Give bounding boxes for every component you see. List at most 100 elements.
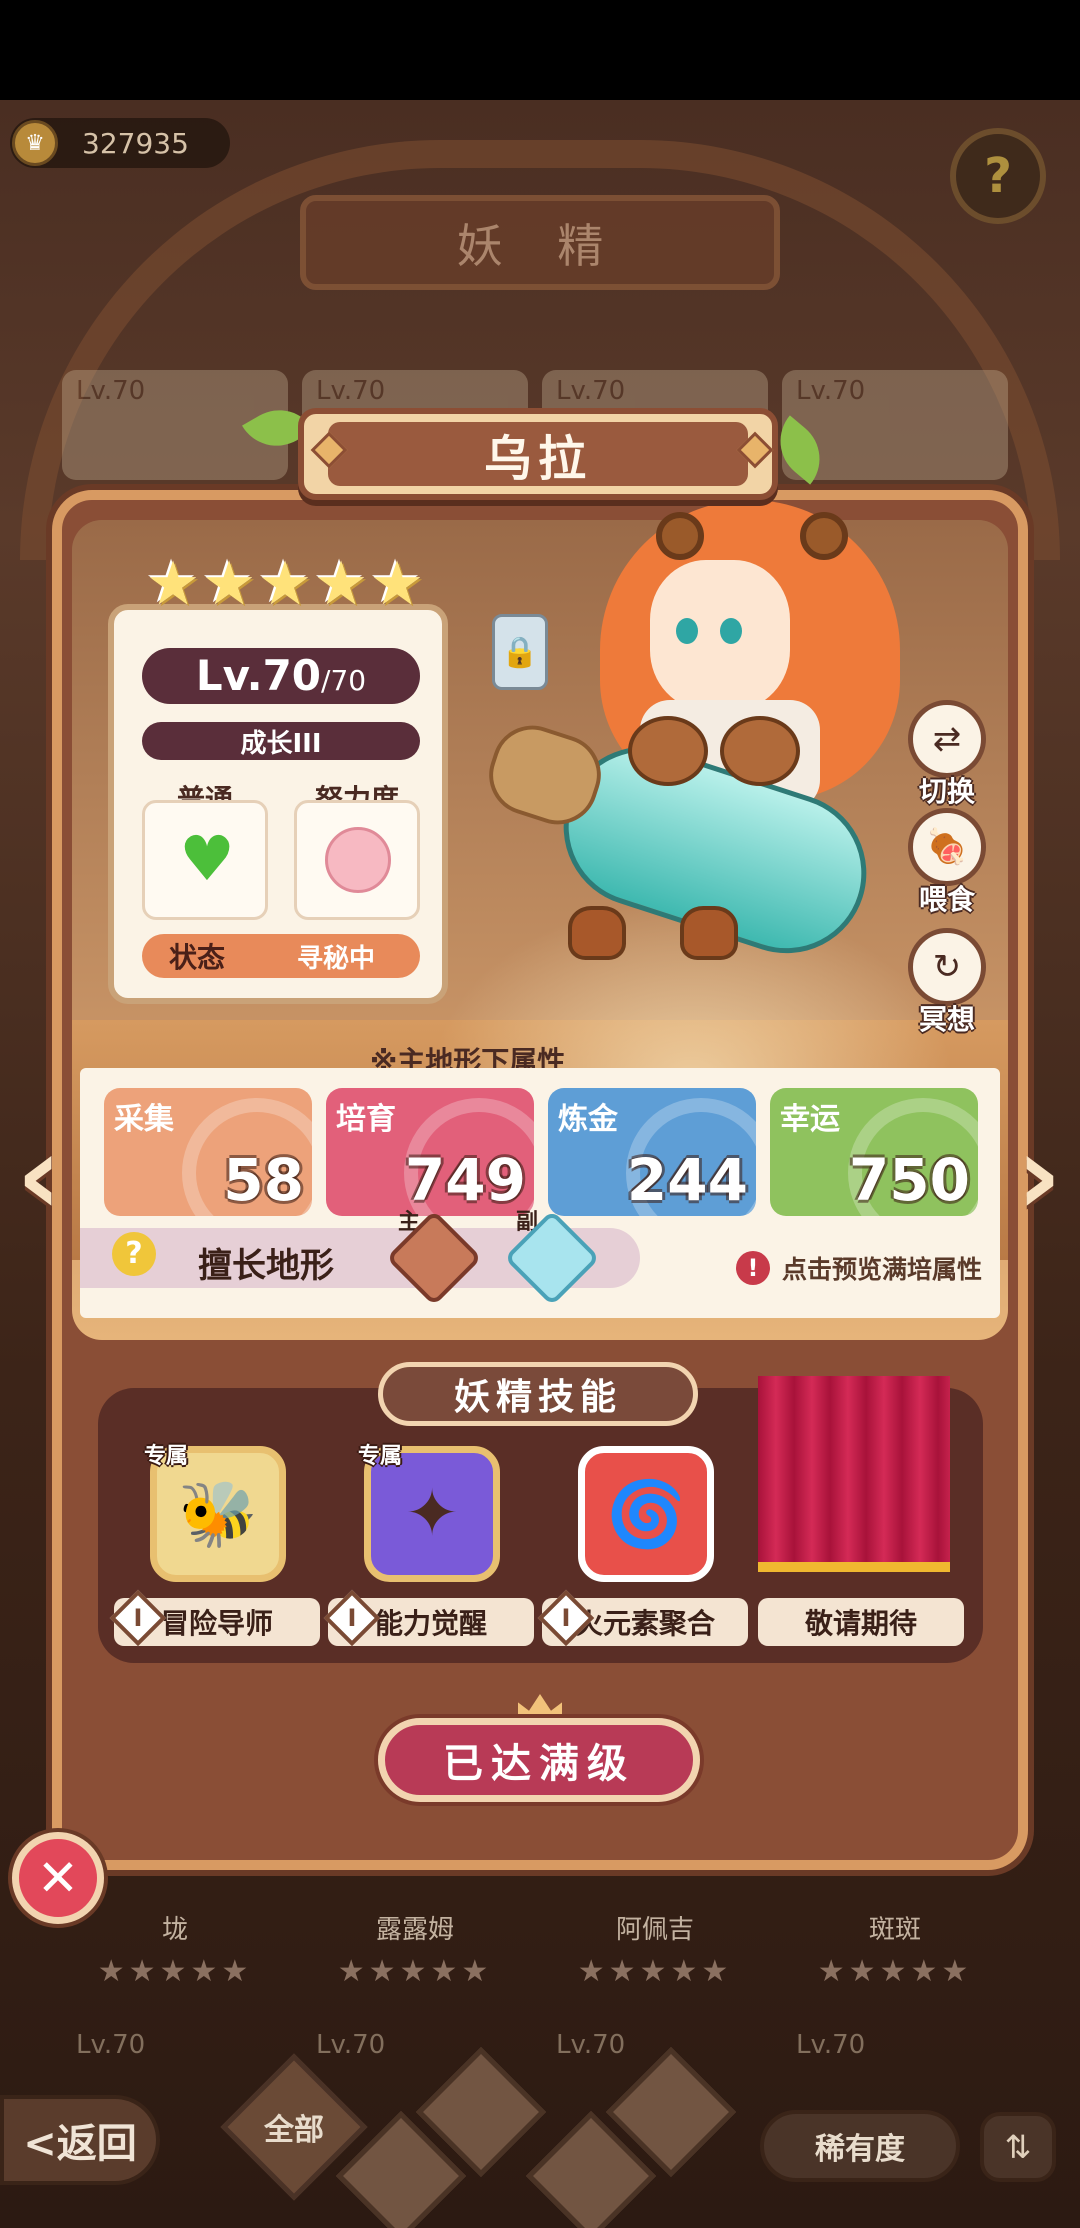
fairy-list-card[interactable]: 露露姆 ★★★★★	[302, 1885, 528, 1995]
stat-name: 采集	[114, 1102, 174, 1137]
skill-level: I	[347, 1604, 357, 1632]
crown-coin-icon: ♛	[12, 120, 58, 166]
stat-luck: 幸运 750	[770, 1088, 978, 1216]
star-rating: ★ ★ ★ ★ ★	[145, 549, 425, 626]
flower-hint-icon: ?	[112, 1232, 156, 1276]
fairy-name: 乌拉	[328, 422, 748, 487]
page-title: 妖 精	[300, 195, 780, 290]
fairy-list-stars: ★★★★★	[817, 1954, 973, 1989]
star-icon: ★	[202, 549, 256, 619]
terrain-label: 擅长地形	[198, 1246, 334, 1286]
sort-order-icon[interactable]: ⇅	[980, 2112, 1056, 2182]
fairy-list-stars: ★★★★★	[97, 1954, 253, 1989]
stat-alchemy: 炼金 244	[548, 1088, 756, 1216]
lock-icon[interactable]: 🔒	[492, 614, 548, 690]
exclusive-tag: 专属	[358, 1444, 403, 1469]
fairy-list-level: Lv.70	[316, 2030, 386, 2060]
skill-slot[interactable]: ✦ 专属 能力觉醒 I	[323, 1444, 534, 1666]
blush-face-icon	[325, 827, 391, 893]
fairy-paw	[628, 716, 708, 786]
currency-bar: ♛ 327935	[10, 118, 230, 168]
fairy-foot	[680, 906, 738, 960]
skill-slot[interactable]: 🐝 专属 冒险导师 I	[109, 1444, 320, 1666]
level-bar: Lv.70 /70	[142, 648, 420, 704]
stat-value: 58	[223, 1146, 304, 1214]
fairy-list-stars: ★★★★★	[337, 1954, 493, 1989]
feed-label: 喂食	[918, 883, 975, 916]
currency-amount: 327935	[82, 126, 189, 160]
growth-tier: 成长III	[142, 722, 420, 760]
fairy-paw	[720, 716, 800, 786]
fairy-list-name: 露露姆	[375, 1915, 454, 1945]
fairy-list-name: 阿佩吉	[615, 1915, 694, 1945]
effort-box[interactable]	[294, 800, 420, 920]
fairy-list-level: Lv.70	[76, 2030, 146, 2060]
fairy-info-card: Lv.70 /70 成长III 普通 ♥ 努力度 状态 寻秘中	[108, 604, 448, 1004]
stat-value: 244	[626, 1146, 748, 1214]
preview-hint-text: 点击预览满培属性	[782, 1255, 983, 1284]
fairy-foot	[568, 906, 626, 960]
fairy-list-stars: ★★★★★	[577, 1954, 733, 1989]
stat-name: 幸运	[780, 1102, 840, 1137]
switch-label: 切换	[918, 775, 975, 808]
stat-name: 炼金	[558, 1102, 618, 1137]
skill-slot[interactable]: 🌀 火元素聚合 I	[537, 1446, 748, 1666]
green-heart-icon: ♥	[179, 822, 235, 895]
stat-name: 培育	[336, 1102, 396, 1137]
preview-max-attributes[interactable]: ! 点击预览满培属性	[736, 1250, 982, 1286]
status-bar: 状态 寻秘中	[142, 934, 420, 978]
bear-ear	[656, 512, 704, 560]
fairy-list-name: 斑斑	[868, 1915, 921, 1945]
attribute-strip[interactable]: 采集 58 培育 749 炼金 244 幸运 750 ? 擅长地形 主 副 ! …	[80, 1068, 1000, 1318]
terrain-row: ? 擅长地形 主 副	[80, 1209, 640, 1307]
switch-button[interactable]: ⇄ 切换	[905, 700, 989, 810]
stat-value: 749	[404, 1146, 526, 1214]
curtain-icon	[758, 1376, 950, 1572]
status-label: 状态	[168, 941, 225, 974]
star-icon: ★	[370, 549, 424, 619]
max-level-button[interactable]: 已达满级	[378, 1718, 700, 1802]
fairy-list-card[interactable]: 阿佩吉 ★★★★★	[542, 1885, 768, 1995]
star-icon: ★	[314, 549, 368, 619]
meditate-label: 冥想	[918, 1003, 975, 1036]
stat-nurture: 培育 749	[326, 1088, 534, 1216]
help-icon[interactable]: ?	[950, 128, 1046, 224]
fairy-eye	[720, 618, 742, 644]
fairy-list-level: Lv.70	[796, 2030, 866, 2060]
next-fairy-arrow[interactable]: ›	[1004, 1110, 1074, 1240]
skills-box: 🐝 专属 冒险导师 I ✦ 专属 能力觉醒 I 🌀 火元素聚合 I 敬请期待	[98, 1376, 983, 1666]
skills-title: 妖精技能	[378, 1362, 698, 1426]
meat-icon: 🍖	[908, 808, 986, 886]
fairy-eye	[676, 618, 698, 644]
rarity-sort-button[interactable]: 稀有度	[760, 2110, 960, 2182]
swap-icon: ⇄	[908, 700, 986, 778]
meditate-button[interactable]: ↻ 冥想	[905, 928, 989, 1038]
back-button[interactable]: <返回	[0, 2095, 160, 2185]
star-icon: ★	[146, 549, 200, 619]
background-card-level: Lv.70	[76, 376, 146, 406]
level-max: /70	[321, 664, 367, 697]
fairy-list-card[interactable]: 斑斑 ★★★★★	[782, 1885, 1008, 1995]
background-card-level: Lv.70	[316, 376, 386, 406]
prev-fairy-arrow[interactable]: ‹	[4, 1110, 74, 1240]
skill-level: I	[561, 1604, 571, 1632]
meditate-icon: ↻	[908, 928, 986, 1006]
level-value: Lv.70	[195, 651, 322, 700]
fire-swirl-icon: 🌀	[578, 1446, 714, 1582]
skill-slot-locked: 敬请期待	[758, 1376, 964, 1666]
stat-gather: 采集 58	[104, 1088, 312, 1216]
feed-button[interactable]: 🍖 喂食	[905, 808, 989, 918]
background-name-row: 垅 ★★★★★ 露露姆 ★★★★★ 阿佩吉 ★★★★★ 斑斑 ★★★★★	[62, 1885, 1022, 1995]
fairy-name-banner: 乌拉	[298, 408, 778, 500]
alert-icon: !	[736, 1251, 770, 1285]
skill-level: I	[133, 1604, 143, 1632]
filter-all-label: 全部	[264, 2113, 324, 2148]
background-card-level: Lv.70	[556, 376, 626, 406]
mood-box[interactable]: ♥	[142, 800, 268, 920]
stat-value: 750	[848, 1146, 970, 1214]
bear-ear	[800, 512, 848, 560]
status-value: 寻秘中	[296, 943, 375, 974]
close-icon[interactable]: ✕	[12, 1832, 104, 1924]
star-icon: ★	[258, 549, 312, 619]
background-card-level: Lv.70	[796, 376, 866, 406]
